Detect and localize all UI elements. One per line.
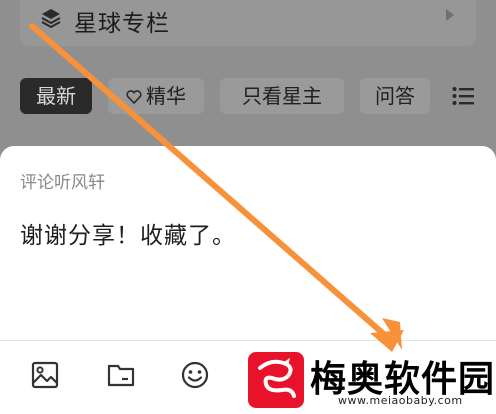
layers-icon <box>41 9 61 29</box>
brand-url: www.meiaobaby.com <box>338 394 463 407</box>
tab-qa[interactable]: 问答 <box>360 78 430 114</box>
folder-icon[interactable] <box>106 360 136 390</box>
image-icon[interactable] <box>30 360 60 390</box>
column-banner[interactable]: 星球专栏 <box>20 0 476 46</box>
tab-featured[interactable]: 精华 <box>108 78 204 114</box>
tab-label: 精华 <box>146 84 186 108</box>
tab-latest[interactable]: 最新 <box>20 78 92 114</box>
heart-icon <box>126 90 142 104</box>
emoji-icon[interactable] <box>180 360 210 390</box>
watermark: 梅奥软件园 www.meiaobaby.com <box>246 350 494 412</box>
reply-target-label: 评论听风轩 <box>20 173 105 193</box>
list-menu-icon[interactable] <box>452 86 474 106</box>
toolbar-divider <box>0 340 496 341</box>
comment-input[interactable]: 谢谢分享！收藏了。 <box>20 216 236 250</box>
tab-label: 最新 <box>36 84 76 108</box>
tab-owner-only[interactable]: 只看星主 <box>220 78 344 114</box>
tab-label: 只看星主 <box>242 84 322 108</box>
tab-label: 问答 <box>375 84 415 108</box>
dragon-logo-icon <box>248 352 304 408</box>
chevron-right-icon <box>446 9 454 21</box>
column-title: 星球专栏 <box>74 11 170 37</box>
